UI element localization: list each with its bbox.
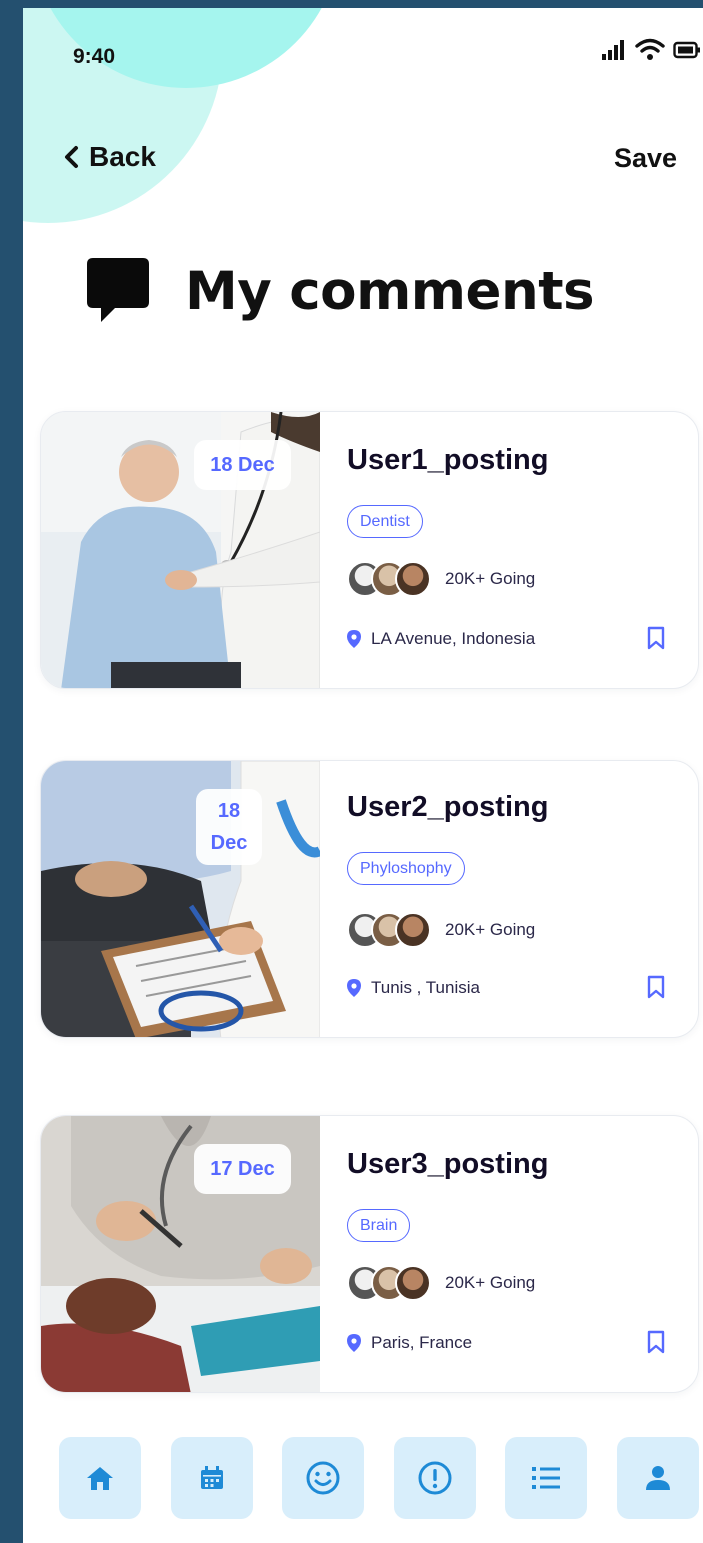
save-button[interactable]: Save: [614, 143, 677, 174]
calendar-icon: [200, 1466, 223, 1489]
location-text: Tunis , Tunisia: [371, 978, 480, 997]
phone-screen: 9:40 Back Save My comments 18 Dec User1_…: [23, 8, 703, 1543]
comment-icon: [87, 258, 149, 322]
going-count: 20K+ Going: [445, 569, 536, 588]
card-title: User2_posting: [347, 791, 549, 823]
page-title: My comments: [185, 260, 595, 322]
category-tag[interactable]: Brain: [347, 1209, 411, 1242]
card-body: User2_posting Phyloshophy 20K+ Going Tun…: [347, 761, 698, 1037]
avatar: [395, 912, 431, 948]
location-text: LA Avenue, Indonesia: [371, 629, 536, 648]
attendees-row: 20K+ Going: [347, 561, 535, 597]
home-icon: [87, 1467, 113, 1490]
category-tag[interactable]: Dentist: [347, 505, 423, 538]
profile-icon: [645, 1466, 670, 1490]
map-pin-icon: [347, 979, 361, 997]
event-card[interactable]: 18 Dec User1_posting Dentist 20K+ Going …: [40, 411, 699, 689]
date-month: Dec: [210, 832, 248, 854]
event-card[interactable]: 17 Dec User3_posting Brain 20K+ Going Pa…: [40, 1115, 699, 1393]
card-photo: [41, 761, 320, 1037]
map-pin-icon: [347, 1334, 361, 1352]
page-title-row: My comments: [85, 256, 595, 326]
attendees-row: 20K+ Going: [347, 912, 535, 948]
category-tag[interactable]: Phyloshophy: [347, 852, 465, 885]
bookmark-icon: [647, 626, 665, 650]
battery-icon: [673, 41, 700, 59]
nav-list[interactable]: [505, 1437, 588, 1519]
nav-alerts[interactable]: [393, 1437, 476, 1519]
card-title: User1_posting: [347, 444, 549, 476]
alert-icon: [418, 1461, 452, 1495]
avatar-stack: [347, 912, 431, 948]
wifi-icon: [635, 38, 665, 60]
back-button[interactable]: Back: [63, 141, 156, 173]
nav-profile[interactable]: [616, 1437, 699, 1519]
nav-feedback[interactable]: [282, 1437, 365, 1519]
location-row: LA Avenue, Indonesia: [347, 629, 535, 649]
avatar: [395, 1265, 431, 1301]
bookmark-icon: [647, 1330, 665, 1354]
back-label: Back: [89, 141, 156, 172]
going-count: 20K+ Going: [445, 1273, 536, 1292]
chevron-left-icon: [65, 146, 78, 168]
bookmark-icon: [647, 975, 665, 999]
card-body: User3_posting Brain 20K+ Going Paris, Fr…: [347, 1116, 698, 1392]
status-icons: [601, 38, 701, 62]
card-title: User3_posting: [347, 1148, 549, 1180]
map-pin-icon: [347, 630, 361, 648]
date-day: 18: [217, 800, 241, 822]
bookmark-button[interactable]: [646, 1330, 666, 1358]
location-row: Tunis , Tunisia: [347, 978, 480, 998]
event-card[interactable]: 18 Dec User2_posting Phyloshophy 20K+ Go…: [40, 760, 699, 1038]
location-row: Paris, France: [347, 1333, 472, 1353]
list-icon: [532, 1467, 561, 1489]
bookmark-button[interactable]: [646, 975, 666, 1003]
nav-calendar[interactable]: [170, 1437, 253, 1519]
avatar-stack: [347, 561, 431, 597]
smiley-icon: [306, 1461, 340, 1495]
date-badge: 18 Dec: [196, 789, 262, 865]
status-time: 9:40: [73, 45, 116, 68]
date-badge: 17 Dec: [194, 1144, 291, 1194]
nav-home[interactable]: [59, 1437, 141, 1519]
card-body: User1_posting Dentist 20K+ Going LA Aven…: [347, 412, 698, 688]
date-badge: 18 Dec: [194, 440, 291, 490]
attendees-row: 20K+ Going: [347, 1265, 535, 1301]
avatar: [395, 561, 431, 597]
bottom-nav: [59, 1437, 699, 1519]
signal-icon: [602, 40, 624, 60]
location-text: Paris, France: [371, 1333, 473, 1352]
bookmark-button[interactable]: [646, 626, 666, 654]
going-count: 20K+ Going: [445, 920, 536, 939]
avatar-stack: [347, 1265, 431, 1301]
